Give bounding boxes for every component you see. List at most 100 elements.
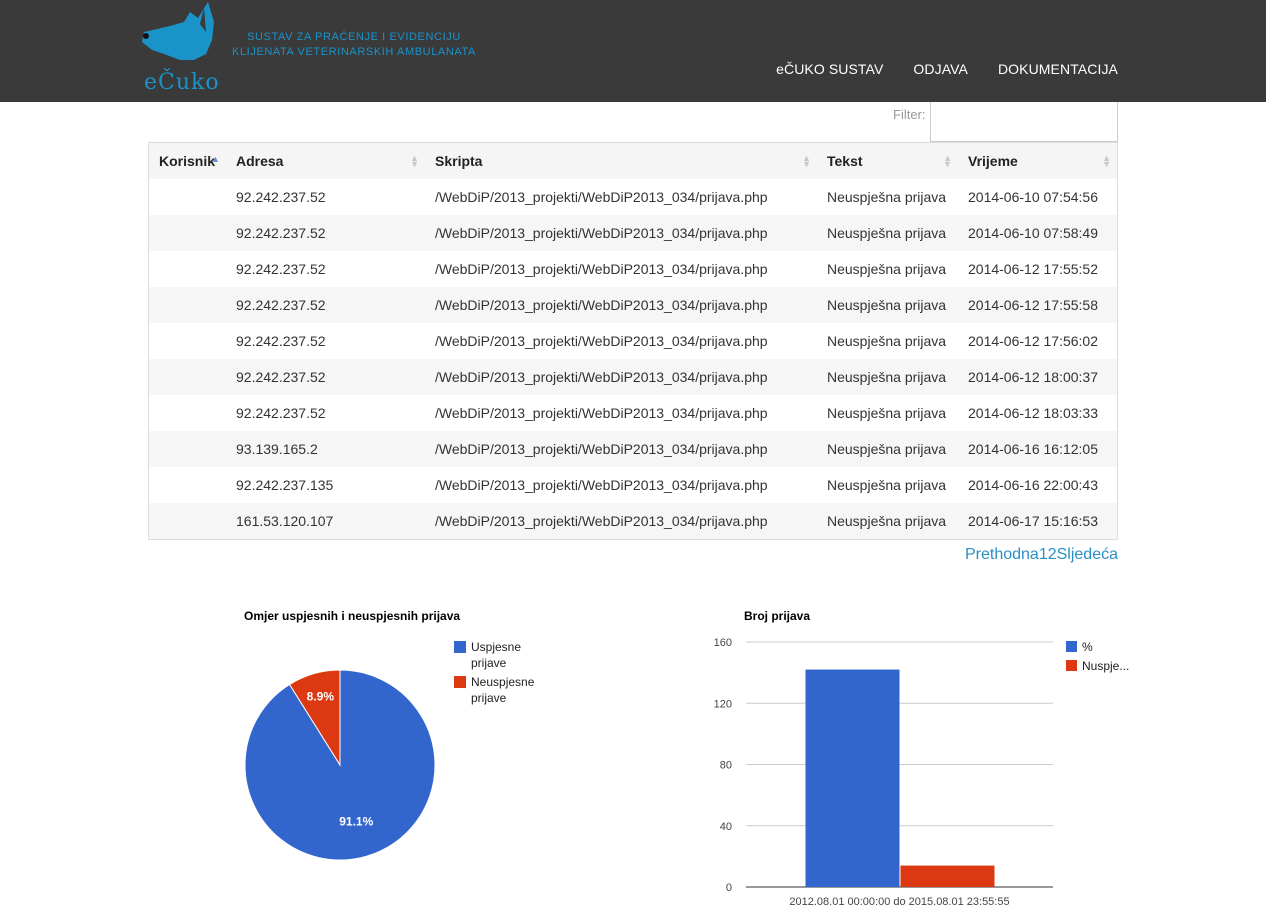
legend-label: % bbox=[1082, 640, 1093, 654]
col-header-label: Vrijeme bbox=[968, 153, 1018, 169]
nav-dokumentacija[interactable]: DOKUMENTACIJA bbox=[998, 61, 1118, 77]
legend-swatch bbox=[1066, 641, 1077, 652]
cell-tekst: Neuspješna prijava bbox=[817, 359, 958, 395]
table-row: 161.53.120.107/WebDiP/2013_projekti/WebD… bbox=[149, 503, 1117, 539]
pie-slice-label: 8.9% bbox=[307, 690, 335, 704]
pagination-next[interactable]: Sljedeća bbox=[1057, 546, 1118, 564]
x-tick-label: 2012.08.01 00:00:00 do 2015.08.01 23:55:… bbox=[789, 896, 1009, 907]
cell-skripta: /WebDiP/2013_projekti/WebDiP2013_034/pri… bbox=[435, 189, 768, 205]
cell-adresa: 92.242.237.52 bbox=[236, 189, 326, 205]
col-header-skripta[interactable]: Skripta ▲ ▼ bbox=[425, 143, 817, 179]
cell-tekst: Neuspješna prijava bbox=[827, 405, 947, 421]
logo-text[interactable]: eČuko bbox=[144, 70, 220, 95]
cell-korisnik bbox=[149, 215, 226, 251]
page: eČuko SUSTAV ZA PRAĆENJE I EVIDENCIJU KL… bbox=[0, 0, 1266, 907]
cell-vrijeme: 2014-06-12 17:55:52 bbox=[968, 261, 1098, 277]
cell-adresa: 92.242.237.52 bbox=[226, 359, 425, 395]
cell-vrijeme: 2014-06-16 16:12:05 bbox=[958, 431, 1117, 467]
table-row: 93.139.165.2/WebDiP/2013_projekti/WebDiP… bbox=[149, 431, 1117, 467]
cell-korisnik bbox=[149, 287, 226, 323]
bar-legend: % Nuspje... bbox=[1066, 640, 1129, 673]
cell-tekst: Neuspješna prijava bbox=[827, 189, 947, 205]
y-tick-label: 0 bbox=[726, 882, 732, 894]
cell-adresa: 92.242.237.52 bbox=[236, 261, 326, 277]
cell-tekst: Neuspješna prijava bbox=[817, 215, 958, 251]
bar-marks: 2012.08.01 00:00:00 do 2015.08.01 23:55:… bbox=[789, 669, 1010, 907]
sort-icon: ▲ ▼ bbox=[943, 153, 952, 169]
cell-tekst: Neuspješna prijava bbox=[827, 477, 947, 493]
pagination-page-1[interactable]: 1 bbox=[1039, 546, 1048, 564]
main-nav: eČUKO SUSTAV ODJAVA DOKUMENTACIJA bbox=[776, 61, 1118, 77]
cell-vrijeme: 2014-06-17 15:16:53 bbox=[958, 503, 1117, 539]
y-tick-label: 120 bbox=[714, 698, 732, 710]
y-tick-label: 40 bbox=[720, 821, 732, 833]
table-row: 92.242.237.52/WebDiP/2013_projekti/WebDi… bbox=[149, 395, 1117, 431]
legend-label: Uspjesne bbox=[471, 640, 521, 654]
pagination-prev[interactable]: Prethodna bbox=[965, 546, 1039, 564]
legend-label: prijave bbox=[471, 656, 507, 670]
cell-adresa: 161.53.120.107 bbox=[226, 503, 425, 539]
col-header-label: Adresa bbox=[236, 153, 284, 169]
col-header-label: Korisnik bbox=[159, 153, 216, 169]
bar[interactable] bbox=[900, 865, 995, 887]
cell-adresa: 93.139.165.2 bbox=[226, 431, 425, 467]
log-table: Korisnik ▲ Adresa ▲ ▼ Skripta ▲ ▼ Tekst ▲ ▼ Vri… bbox=[148, 142, 1118, 540]
cell-vrijeme: 2014-06-12 17:55:58 bbox=[958, 287, 1117, 323]
col-header-vrijeme[interactable]: Vrijeme ▲ ▼ bbox=[958, 143, 1117, 179]
table-row: 92.242.237.52/WebDiP/2013_projekti/WebDi… bbox=[149, 359, 1117, 395]
cell-adresa: 92.242.237.135 bbox=[236, 477, 334, 493]
bar-chart: Broj prijava 0 40 80 120 160 2012.08.01 00:0… bbox=[714, 609, 1130, 907]
col-header-label: Tekst bbox=[827, 153, 863, 169]
pie-chart: Omjer uspjesnih i neuspjesnih prijava 91… bbox=[244, 609, 535, 861]
sort-icon: ▲ ▼ bbox=[802, 153, 811, 169]
filter-input[interactable] bbox=[930, 102, 1118, 142]
cell-skripta: /WebDiP/2013_projekti/WebDiP2013_034/pri… bbox=[435, 405, 768, 421]
table-row: 92.242.237.52/WebDiP/2013_projekti/WebDi… bbox=[149, 251, 1117, 287]
tagline-line-1: SUSTAV ZA PRAĆENJE I EVIDENCIJU bbox=[247, 31, 461, 43]
cell-skripta: /WebDiP/2013_projekti/WebDiP2013_034/pri… bbox=[435, 261, 768, 277]
col-header-label: Skripta bbox=[435, 153, 483, 169]
cell-skripta: /WebDiP/2013_projekti/WebDiP2013_034/pri… bbox=[425, 359, 817, 395]
cell-korisnik bbox=[149, 323, 226, 359]
cell-skripta: /WebDiP/2013_projekti/WebDiP2013_034/pri… bbox=[425, 215, 817, 251]
pie-legend: Uspjesne prijave Neuspjesne prijave bbox=[454, 640, 535, 705]
cell-korisnik bbox=[149, 179, 226, 215]
cell-korisnik bbox=[149, 431, 226, 467]
cell-adresa: 92.242.237.52 bbox=[226, 287, 425, 323]
cell-tekst: Neuspješna prijava bbox=[817, 431, 958, 467]
cell-skripta: /WebDiP/2013_projekti/WebDiP2013_034/pri… bbox=[425, 431, 817, 467]
cell-tekst: Neuspješna prijava bbox=[817, 287, 958, 323]
cell-vrijeme: 2014-06-16 22:00:43 bbox=[968, 477, 1098, 493]
nav-ecuko-sustav[interactable]: eČUKO SUSTAV bbox=[776, 61, 883, 77]
cell-korisnik bbox=[149, 359, 226, 395]
col-header-korisnik[interactable]: Korisnik ▲ bbox=[149, 143, 226, 179]
bar[interactable] bbox=[805, 669, 900, 887]
nav-odjava[interactable]: ODJAVA bbox=[913, 61, 968, 77]
col-header-adresa[interactable]: Adresa ▲ ▼ bbox=[226, 143, 425, 179]
table-header-row: Korisnik ▲ Adresa ▲ ▼ Skripta ▲ ▼ Tekst ▲ ▼ Vri… bbox=[149, 143, 1117, 179]
cell-korisnik bbox=[149, 467, 226, 503]
cell-adresa: 92.242.237.52 bbox=[236, 405, 326, 421]
cell-adresa: 92.242.237.52 bbox=[236, 333, 326, 349]
sort-icon: ▲ ▼ bbox=[1102, 153, 1111, 169]
sort-icon: ▲ ▼ bbox=[410, 153, 419, 169]
cell-korisnik bbox=[149, 395, 226, 431]
cell-skripta: /WebDiP/2013_projekti/WebDiP2013_034/pri… bbox=[425, 287, 817, 323]
cell-tekst: Neuspješna prijava bbox=[827, 333, 947, 349]
cell-vrijeme: 2014-06-10 07:58:49 bbox=[958, 215, 1117, 251]
header: eČuko SUSTAV ZA PRAĆENJE I EVIDENCIJU KL… bbox=[0, 0, 1266, 102]
cell-korisnik bbox=[149, 251, 226, 287]
table-row: 92.242.237.135/WebDiP/2013_projekti/WebD… bbox=[149, 467, 1117, 503]
cell-skripta: /WebDiP/2013_projekti/WebDiP2013_034/pri… bbox=[435, 333, 768, 349]
legend-swatch bbox=[454, 641, 466, 653]
y-tick-label: 160 bbox=[714, 637, 732, 649]
pagination: Prethodna 1 2 Sljedeća bbox=[965, 546, 1118, 564]
cell-vrijeme: 2014-06-12 17:56:02 bbox=[968, 333, 1098, 349]
cell-vrijeme: 2014-06-10 07:54:56 bbox=[968, 189, 1098, 205]
pagination-page-2[interactable]: 2 bbox=[1048, 546, 1057, 564]
pie-slices: 91.1% 8.9% bbox=[244, 669, 436, 861]
col-header-tekst[interactable]: Tekst ▲ ▼ bbox=[817, 143, 958, 179]
pie-chart-title: Omjer uspjesnih i neuspjesnih prijava bbox=[244, 609, 460, 623]
sort-asc-icon: ▲ bbox=[211, 154, 220, 164]
legend-label: Nuspje... bbox=[1082, 659, 1129, 673]
